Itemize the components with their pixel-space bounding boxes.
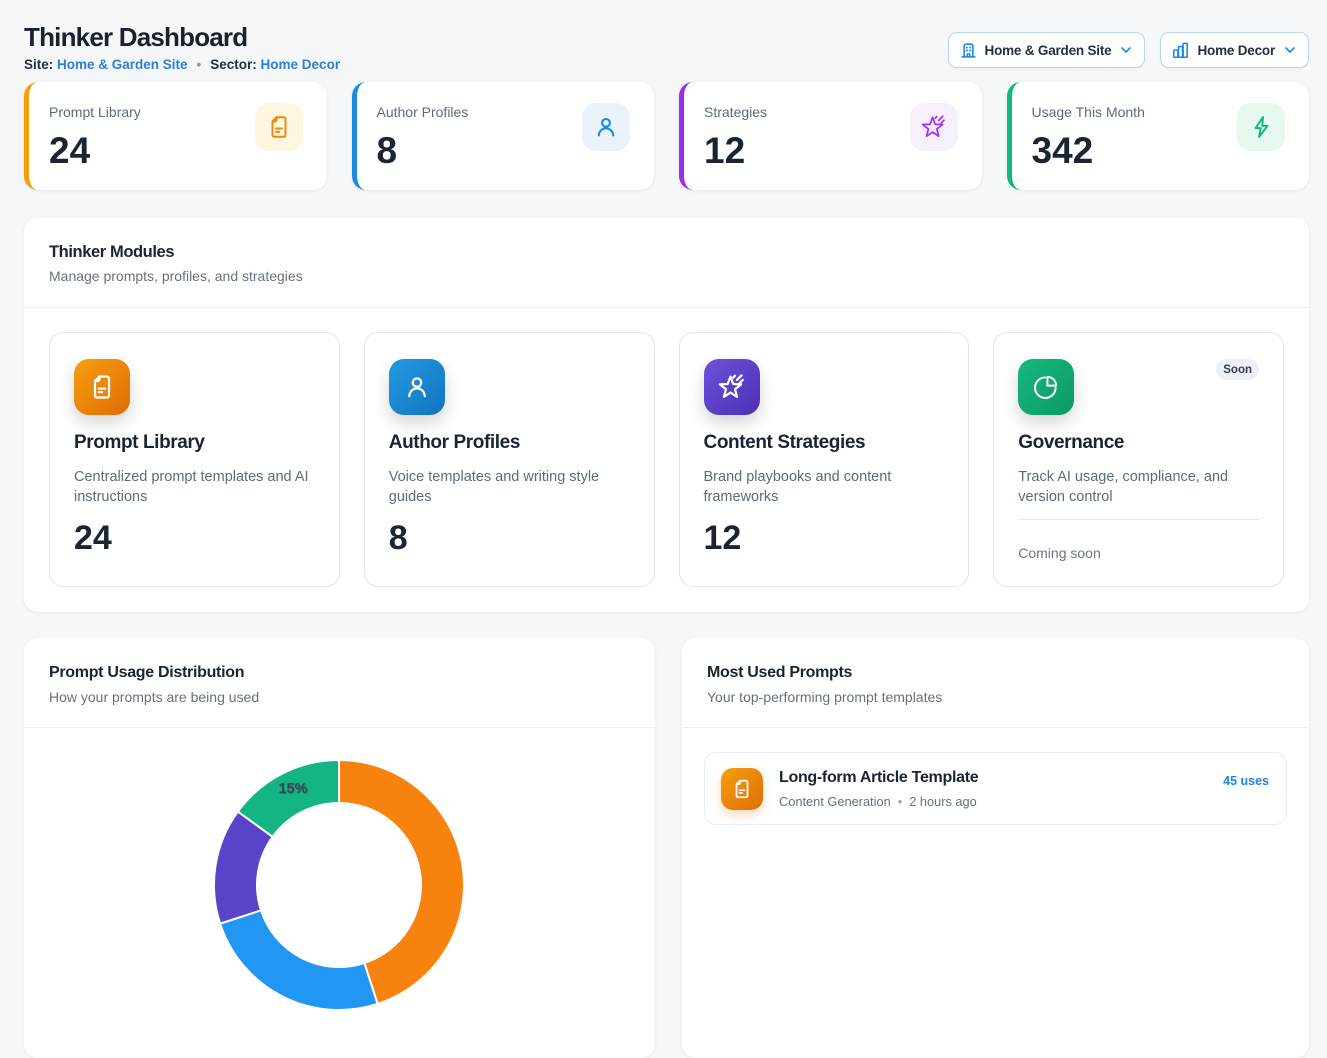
svg-text:15%: 15%: [278, 781, 307, 797]
